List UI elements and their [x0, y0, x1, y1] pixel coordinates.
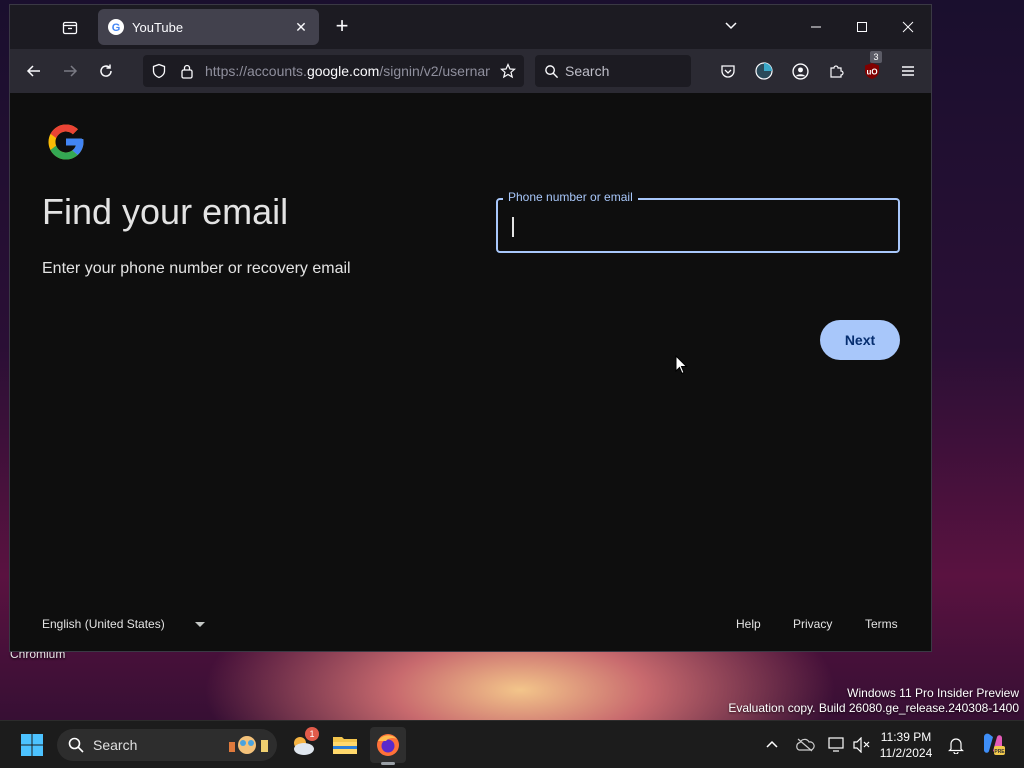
file-explorer-button[interactable] — [327, 727, 363, 763]
mouse-cursor-icon — [675, 355, 688, 375]
copilot-icon[interactable]: PRE — [980, 731, 1006, 757]
text-caret — [512, 217, 514, 237]
bookmark-star-icon[interactable] — [498, 61, 518, 81]
page-subtitle: Enter your phone number or recovery emai… — [42, 260, 351, 277]
close-window-icon[interactable] — [896, 15, 920, 39]
taskbar-search-label: Search — [93, 737, 138, 753]
taskbar-search[interactable]: Search — [57, 729, 277, 761]
watermark-line-1: Windows 11 Pro Insider Preview — [847, 686, 1019, 700]
url-path: /signin/v2/usernam — [379, 63, 490, 79]
windows-watermark: Windows 11 Pro Insider Preview Evaluatio… — [728, 686, 1019, 716]
windows-logo-icon — [21, 734, 43, 756]
svg-text:G: G — [112, 22, 121, 34]
extensions-puzzle-icon[interactable] — [826, 61, 846, 81]
pocket-icon[interactable] — [718, 61, 738, 81]
address-bar[interactable]: https://accounts.google.com/signin/v2/us… — [143, 55, 524, 87]
start-button[interactable] — [14, 727, 50, 763]
ublock-origin-icon[interactable]: uO — [862, 61, 882, 81]
phone-or-email-label: Phone number or email — [503, 190, 638, 204]
new-tab-icon[interactable]: + — [330, 15, 354, 39]
minimize-icon[interactable] — [804, 15, 828, 39]
google-logo-icon — [48, 124, 84, 160]
onedrive-offline-icon[interactable] — [795, 735, 815, 755]
caret-down-icon — [194, 621, 205, 627]
next-button[interactable]: Next — [820, 320, 900, 360]
tab-manager-icon[interactable] — [58, 15, 82, 39]
clock-date: 11/2/2024 — [879, 746, 933, 760]
tracking-protection-shield-icon[interactable] — [149, 61, 169, 81]
ublock-count-badge: 3 — [870, 51, 882, 63]
phone-or-email-input[interactable] — [512, 209, 882, 243]
phone-or-email-field[interactable] — [496, 198, 900, 253]
navigation-toolbar: https://accounts.google.com/signin/v2/us… — [10, 49, 931, 93]
tab-title: YouTube — [132, 19, 184, 35]
app-menu-icon[interactable] — [898, 61, 918, 81]
taskbar: Search 1 11:39 PM 11/2/2024 PRE — [0, 720, 1024, 768]
watermark-line-2: Evaluation copy. Build 26080.ge_release.… — [728, 701, 1019, 715]
list-all-tabs-icon[interactable] — [723, 17, 739, 38]
url-host: google.com — [306, 63, 380, 79]
tab-close-icon[interactable]: ✕ — [293, 19, 309, 36]
firefox-icon — [377, 734, 399, 756]
search-placeholder: Search — [565, 63, 610, 79]
volume-muted-icon[interactable] — [852, 735, 872, 755]
browser-window: G YouTube ✕ + https://accounts.google.co… — [9, 4, 932, 652]
back-icon[interactable] — [24, 61, 44, 81]
power-extension-icon[interactable] — [754, 61, 774, 81]
language-selector[interactable]: English (United States) — [42, 617, 205, 631]
weather-widget[interactable]: 1 — [285, 727, 321, 763]
taskbar-search-icon — [66, 735, 86, 755]
clock-time: 11:39 PM — [880, 730, 932, 744]
account-icon[interactable] — [790, 61, 810, 81]
lock-icon[interactable] — [177, 61, 197, 81]
svg-text:PRE: PRE — [994, 749, 1005, 755]
search-icon — [541, 61, 561, 81]
show-hidden-icons-chevron-icon[interactable] — [762, 735, 782, 755]
privacy-link[interactable]: Privacy — [793, 617, 832, 631]
taskbar-clock[interactable]: 11:39 PM 11/2/2024 — [872, 729, 940, 761]
url-text[interactable]: https://accounts.google.com/signin/v2/us… — [205, 55, 490, 87]
weather-badge: 1 — [305, 727, 319, 741]
tab-youtube[interactable]: G YouTube ✕ — [98, 9, 319, 45]
search-box[interactable]: Search — [535, 55, 691, 87]
svg-text:uO: uO — [866, 68, 877, 77]
forward-icon[interactable] — [60, 61, 80, 81]
network-display-icon[interactable] — [827, 735, 847, 755]
reload-icon[interactable] — [96, 61, 116, 81]
folder-icon — [333, 737, 357, 754]
notification-bell-icon[interactable] — [946, 735, 966, 755]
help-link[interactable]: Help — [736, 617, 761, 631]
tab-bar: G YouTube ✕ + — [10, 5, 931, 49]
url-prefix: https://accounts. — [205, 63, 307, 79]
search-highlight-icon — [227, 733, 271, 762]
google-favicon-icon: G — [108, 19, 124, 35]
signin-page: Find your email Enter your phone number … — [10, 93, 931, 651]
terms-link[interactable]: Terms — [865, 617, 898, 631]
language-label: English (United States) — [42, 617, 165, 631]
page-title: Find your email — [42, 191, 289, 232]
firefox-taskbar-button[interactable] — [370, 727, 406, 765]
maximize-icon[interactable] — [850, 15, 874, 39]
